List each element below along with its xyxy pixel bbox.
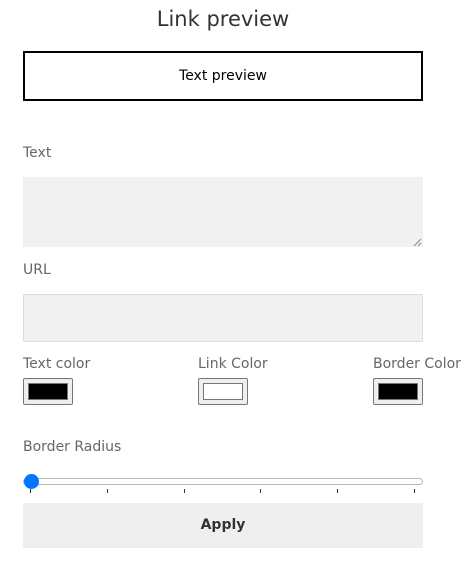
- slider-track[interactable]: [23, 478, 423, 485]
- text-color-label: Text color: [23, 356, 91, 372]
- page-title: Link preview: [156, 7, 290, 31]
- text-label: Text: [23, 145, 52, 161]
- resize-grip-icon[interactable]: [413, 238, 422, 247]
- slider-tick: [184, 489, 185, 493]
- text-preview-box: Text preview: [23, 51, 423, 101]
- url-label: URL: [23, 262, 51, 278]
- slider-thumb[interactable]: [24, 474, 39, 489]
- slider-tick: [337, 489, 338, 493]
- border-radius-label: Border Radius: [23, 439, 122, 455]
- slider-tick: [30, 489, 31, 493]
- border-radius-slider[interactable]: [23, 474, 423, 496]
- link-color-label: Link Color: [198, 356, 268, 372]
- border-color-picker[interactable]: [373, 378, 423, 405]
- slider-tick: [414, 489, 415, 493]
- link-color-picker[interactable]: [198, 378, 248, 405]
- slider-tick: [260, 489, 261, 493]
- url-field[interactable]: [23, 294, 423, 342]
- text-color-picker[interactable]: [23, 378, 73, 405]
- slider-tick: [107, 489, 108, 493]
- link-color-swatch: [203, 383, 243, 400]
- border-color-swatch: [378, 383, 418, 400]
- apply-button[interactable]: Apply: [23, 503, 423, 548]
- text-preview-label: Text preview: [179, 68, 267, 84]
- text-field[interactable]: [23, 177, 423, 247]
- border-color-label: Border Color: [373, 356, 461, 372]
- text-color-swatch: [28, 383, 68, 400]
